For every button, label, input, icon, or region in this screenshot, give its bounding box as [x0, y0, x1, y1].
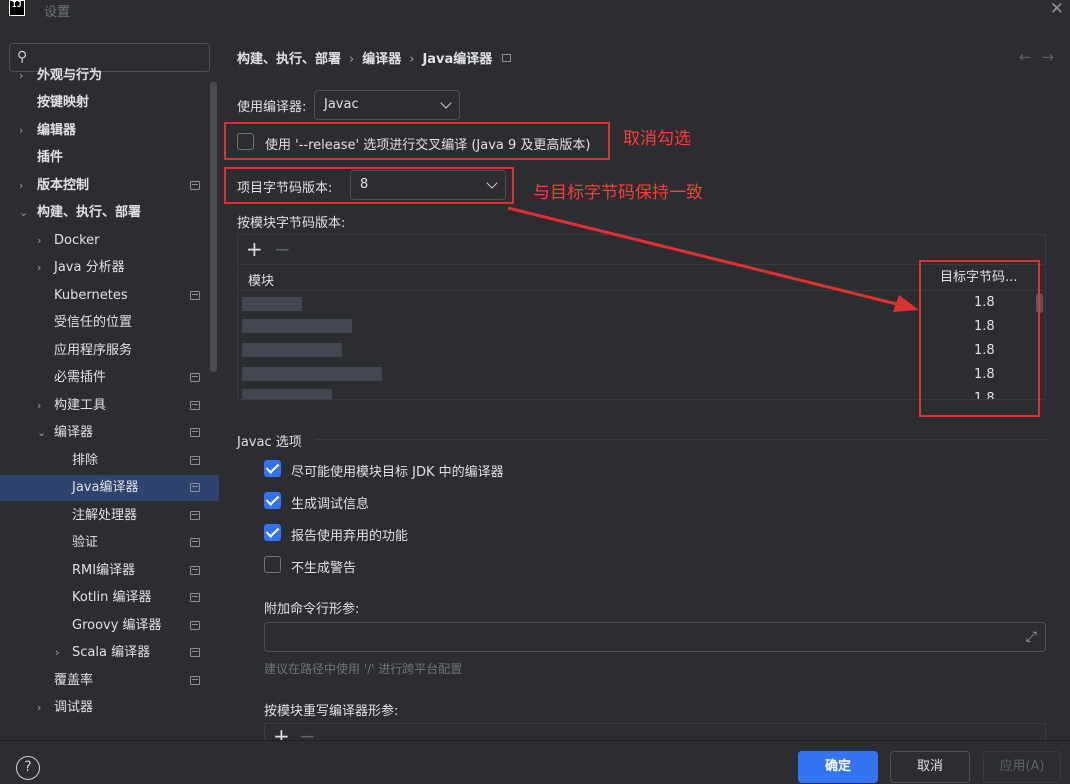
sidebar-item[interactable]: 验证	[0, 530, 219, 556]
sidebar-item-label: RMI编译器	[72, 563, 136, 578]
settings-sidebar: ⚲ › 外观与行为 按键映射 › 编辑器 插件 › 版本控制 ⌄ 构建、执行、部署 › Docker ›…	[0, 20, 219, 740]
sidebar-item-label: 版本控制	[37, 178, 90, 193]
cancel-button[interactable]: 取消	[890, 751, 970, 783]
project-scope-icon	[190, 181, 200, 190]
title-bar: IJ 设置 ✕	[0, 0, 1070, 20]
sidebar-item[interactable]: › 构建工具	[0, 393, 219, 419]
arrow-line	[507, 206, 910, 309]
help-icon[interactable]: ?	[16, 756, 40, 780]
settings-content: 构建、执行、部署 › 编译器 › Java编译器 ←→ 使用编译器: Javac 使用 …	[219, 20, 1070, 740]
sidebar-item-label: Groovy 编译器	[72, 618, 162, 633]
sidebar-item[interactable]: 覆盖率	[0, 668, 219, 694]
sidebar-item[interactable]: 按键映射	[0, 90, 219, 116]
chevron-right-icon[interactable]: ›	[55, 640, 59, 666]
sidebar-item[interactable]: 插件	[0, 145, 219, 171]
project-scope-icon	[190, 291, 200, 300]
sidebar-item-label: 编辑器	[37, 123, 77, 138]
project-scope-icon	[190, 428, 200, 437]
sidebar-item[interactable]: › Java 分析器	[0, 255, 219, 281]
sidebar-item[interactable]: Kotlin 编译器	[0, 585, 219, 611]
project-scope-icon	[190, 456, 200, 465]
sidebar-item-label: 必需插件	[54, 370, 107, 385]
chevron-right-icon[interactable]: ›	[37, 228, 41, 254]
chevron-right-icon[interactable]: ›	[37, 393, 41, 419]
project-scope-icon	[190, 676, 200, 685]
sidebar-item[interactable]: › Docker	[0, 228, 219, 254]
intellij-app-icon: IJ	[9, 0, 25, 16]
sidebar-item-label: 按键映射	[37, 95, 90, 110]
sidebar-item[interactable]: ⌄ 构建、执行、部署	[0, 200, 219, 226]
sidebar-item-label: 外观与行为	[37, 68, 103, 83]
arrow-head	[893, 295, 919, 312]
chevron-down-icon[interactable]: ⌄	[19, 200, 28, 226]
sidebar-item[interactable]: › 编辑器	[0, 118, 219, 144]
sidebar-item[interactable]: 排除	[0, 448, 219, 474]
sidebar-item[interactable]: › 调试器	[0, 695, 219, 721]
sidebar-item[interactable]: › 版本控制	[0, 173, 219, 199]
sidebar-item[interactable]: 应用程序服务	[0, 338, 219, 364]
sidebar-item-label: Java编译器	[72, 480, 139, 495]
annotation-arrow	[507, 206, 919, 312]
sidebar-item-label: Kotlin 编译器	[72, 590, 152, 605]
chevron-right-icon[interactable]: ›	[19, 118, 23, 144]
dialog-footer: ? 确定 取消 应用(A)	[0, 740, 1070, 784]
sidebar-item[interactable]: Java编译器	[0, 475, 219, 501]
sidebar-item[interactable]: 注解处理器	[0, 503, 219, 529]
project-scope-icon	[190, 648, 200, 657]
sidebar-item-label: Docker	[54, 233, 100, 248]
sidebar-item-label: 排除	[72, 453, 99, 468]
close-icon[interactable]: ✕	[1050, 0, 1064, 19]
sidebar-item-label: 调试器	[54, 700, 94, 715]
chevron-down-icon[interactable]: ⌄	[37, 420, 46, 446]
sidebar-item-label: 覆盖率	[54, 673, 94, 688]
sidebar-item[interactable]: Kubernetes	[0, 283, 219, 309]
sidebar-scrollbar[interactable]	[210, 82, 217, 372]
chevron-right-icon[interactable]: ›	[37, 695, 41, 721]
chevron-right-icon[interactable]: ›	[37, 255, 41, 281]
sidebar-item[interactable]: 受信任的位置	[0, 310, 219, 336]
project-scope-icon	[190, 511, 200, 520]
project-scope-icon	[190, 538, 200, 547]
window-title: 设置	[44, 5, 71, 20]
project-scope-icon	[190, 483, 200, 492]
project-scope-icon	[190, 621, 200, 630]
sidebar-item[interactable]: › Scala 编译器	[0, 640, 219, 666]
sidebar-item[interactable]: 必需插件	[0, 365, 219, 391]
sidebar-item-label: 注解处理器	[72, 508, 138, 523]
chevron-right-icon[interactable]: ›	[19, 173, 23, 199]
project-scope-icon	[190, 373, 200, 382]
project-scope-icon	[190, 401, 200, 410]
ok-button[interactable]: 确定	[798, 751, 878, 783]
sidebar-item-label: Scala 编译器	[72, 645, 151, 660]
sidebar-item[interactable]: › 外观与行为	[0, 63, 219, 89]
sidebar-item-label: 构建工具	[54, 398, 107, 413]
sidebar-item-label: 应用程序服务	[54, 343, 133, 358]
sidebar-item-label: 插件	[37, 150, 64, 165]
project-scope-icon	[190, 593, 200, 602]
sidebar-item[interactable]: RMI编译器	[0, 558, 219, 584]
sidebar-item[interactable]: ⌄ 编译器	[0, 420, 219, 446]
chevron-right-icon[interactable]: ›	[19, 63, 23, 89]
sidebar-item-label: 验证	[72, 535, 99, 550]
apply-button[interactable]: 应用(A)	[983, 751, 1061, 783]
sidebar-item-label: 编译器	[54, 425, 94, 440]
project-scope-icon	[190, 566, 200, 575]
sidebar-item-label: 受信任的位置	[54, 315, 133, 330]
sidebar-item-label: Kubernetes	[54, 288, 128, 303]
sidebar-item[interactable]: Groovy 编译器	[0, 613, 219, 639]
sidebar-item-label: Java 分析器	[54, 260, 125, 275]
sidebar-item-label: 构建、执行、部署	[37, 205, 142, 220]
